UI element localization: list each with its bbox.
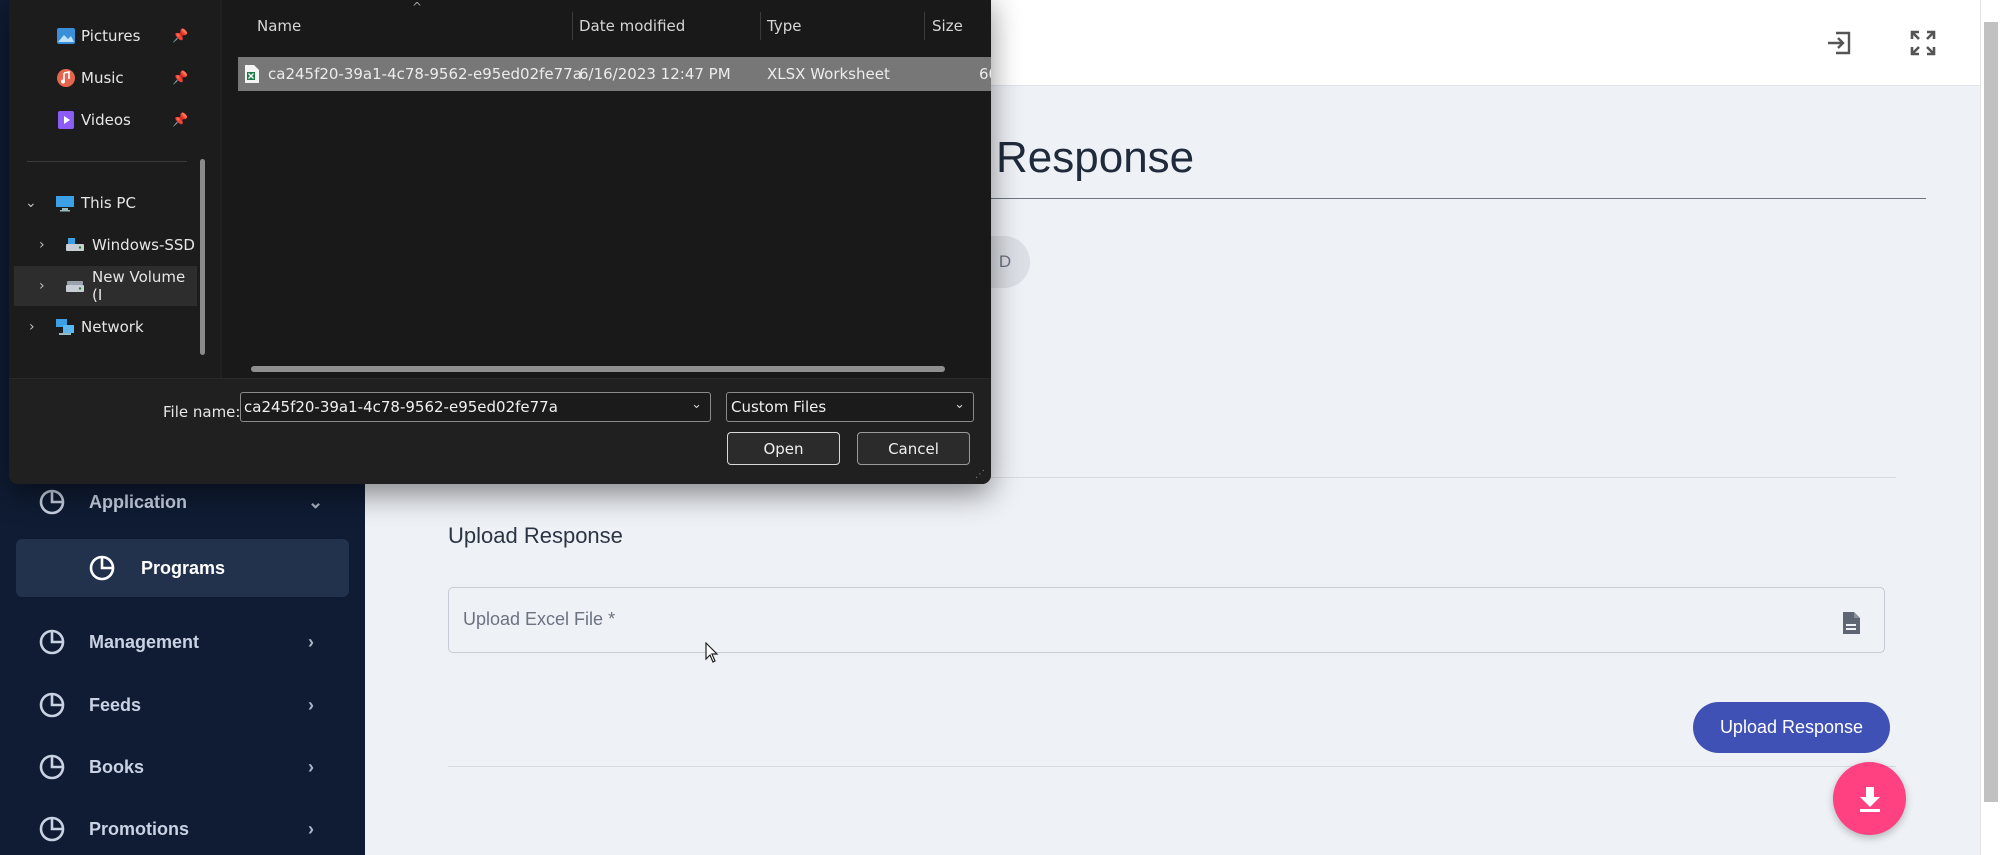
chevron-down-icon[interactable]: ⌄: [691, 397, 702, 412]
sidebar-item-promotions[interactable]: Promotions ›: [0, 800, 365, 855]
chevron-right-icon[interactable]: ›: [29, 319, 35, 335]
nav-item-label: Videos: [81, 111, 131, 129]
nav-item-label: Music: [81, 69, 124, 87]
upload-placeholder: Upload Excel File *: [463, 609, 616, 629]
column-header-type[interactable]: Type: [767, 11, 801, 41]
network-icon: [56, 319, 74, 335]
column-divider[interactable]: [572, 12, 573, 40]
file-name: ca245f20-39a1-4c78-9562-e95ed02fe77a: [268, 65, 582, 83]
file-type: XLSX Worksheet: [767, 65, 890, 83]
sidebar-item-label: Application: [89, 491, 187, 512]
pie-chart-icon: [39, 692, 65, 718]
pie-chart-icon: [39, 489, 65, 515]
drive-icon: [66, 238, 84, 251]
file-name-input[interactable]: ca245f20-39a1-4c78-9562-e95ed02fe77a ⌄: [240, 392, 711, 422]
chevron-right-icon: ›: [308, 631, 314, 652]
nav-scrollbar[interactable]: [200, 159, 205, 355]
resize-grip-icon[interactable]: ⋰: [975, 469, 985, 480]
chevron-down-icon[interactable]: ⌄: [25, 195, 37, 211]
chevron-down-icon: ⌄: [308, 491, 324, 512]
file-size: 60: [979, 65, 991, 83]
sidebar-item-programs[interactable]: Programs: [16, 539, 349, 597]
fullscreen-icon[interactable]: [1908, 28, 1938, 58]
pin-icon: 📌: [172, 28, 189, 44]
nav-item-windows-ssd[interactable]: › Windows-SSD: [9, 225, 209, 265]
pie-chart-icon: [39, 816, 65, 842]
column-divider[interactable]: [924, 12, 925, 40]
nav-item-pictures[interactable]: Pictures 📌: [9, 16, 209, 56]
nav-item-videos[interactable]: Videos 📌: [9, 100, 209, 140]
file-open-dialog: Pictures 📌 Music 📌 Videos 📌 ⌄ This PC › …: [9, 0, 991, 484]
nav-item-label: Windows-SSD: [92, 236, 195, 254]
column-divider[interactable]: [760, 12, 761, 40]
nav-item-label: New Volume (I: [92, 268, 186, 304]
mouse-cursor-icon: [705, 642, 719, 663]
file-icon[interactable]: [1841, 611, 1861, 635]
column-header-date-modified[interactable]: Date modified: [579, 11, 685, 41]
file-list: ^ Name Date modified Type Size ca245f20-…: [222, 0, 991, 378]
column-header-size[interactable]: Size: [932, 11, 963, 41]
cancel-button[interactable]: Cancel: [857, 432, 970, 465]
file-type-value: Custom Files: [731, 398, 827, 416]
scrollbar-thumb[interactable]: [1984, 22, 1998, 802]
nav-item-label: Pictures: [81, 27, 141, 45]
file-name-label: File name:: [163, 403, 241, 421]
sidebar-item-feeds[interactable]: Feeds ›: [0, 676, 365, 734]
column-header-name[interactable]: Name: [257, 11, 301, 41]
page-scrollbar[interactable]: [1980, 0, 2000, 855]
dialog-footer: File name: ca245f20-39a1-4c78-9562-e95ed…: [9, 378, 991, 484]
pin-icon: 📌: [172, 112, 189, 128]
download-icon: [1859, 786, 1880, 812]
file-type-select[interactable]: Custom Files ⌄: [726, 392, 974, 422]
sidebar-item-label: Feeds: [89, 694, 142, 715]
nav-item-music[interactable]: Music 📌: [9, 58, 209, 98]
page-title: Response: [996, 133, 1195, 182]
file-date-modified: 6/16/2023 12:47 PM: [579, 65, 731, 83]
chevron-right-icon: ›: [308, 756, 314, 777]
pin-icon: 📌: [172, 70, 189, 86]
sidebar-item-label: Promotions: [89, 818, 190, 839]
computer-icon: [56, 196, 74, 212]
pictures-icon: [57, 28, 75, 44]
file-row[interactable]: ca245f20-39a1-4c78-9562-e95ed02fe77a 6/1…: [238, 57, 991, 91]
file-name-value: ca245f20-39a1-4c78-9562-e95ed02fe77a: [244, 398, 558, 416]
file-list-scrollbar[interactable]: [251, 366, 945, 372]
upload-excel-file-input[interactable]: Upload Excel File *: [448, 587, 1885, 653]
open-button[interactable]: Open: [727, 432, 840, 465]
sidebar-item-management[interactable]: Management ›: [0, 613, 365, 671]
pie-chart-icon: [39, 629, 65, 655]
nav-separator: [27, 161, 187, 162]
pie-chart-icon: [39, 754, 65, 780]
chevron-right-icon[interactable]: ›: [39, 237, 45, 253]
sidebar-item-books[interactable]: Books ›: [0, 738, 365, 796]
nav-item-label: Network: [81, 318, 144, 336]
nav-item-this-pc[interactable]: ⌄ This PC: [9, 183, 209, 223]
sort-ascending-icon: ^: [412, 0, 423, 14]
chevron-down-icon[interactable]: ⌄: [954, 397, 965, 412]
dialog-nav-pane: Pictures 📌 Music 📌 Videos 📌 ⌄ This PC › …: [9, 0, 220, 378]
chevron-right-icon: ›: [308, 818, 314, 839]
section-divider: [448, 766, 1896, 767]
nav-item-network[interactable]: › Network: [9, 307, 209, 347]
sidebar-item-label: Books: [89, 756, 145, 777]
music-icon: [57, 69, 75, 87]
chevron-right-icon: ›: [308, 694, 314, 715]
sidebar-item-label: Programs: [141, 557, 226, 578]
upload-response-button[interactable]: Upload Response: [1693, 702, 1890, 753]
chevron-right-icon[interactable]: ›: [39, 278, 45, 294]
download-fab[interactable]: [1833, 762, 1906, 835]
title-divider: [990, 198, 1926, 199]
videos-icon: [58, 111, 74, 129]
excel-file-icon: [245, 65, 259, 83]
sidebar-item-label: Management: [89, 631, 200, 652]
nav-item-label: This PC: [81, 194, 136, 212]
section-heading: Upload Response: [448, 523, 623, 548]
drive-icon: [66, 281, 84, 292]
logout-icon[interactable]: [1824, 28, 1854, 58]
nav-item-new-volume[interactable]: › New Volume (I: [14, 266, 197, 306]
pie-chart-icon: [89, 555, 115, 581]
